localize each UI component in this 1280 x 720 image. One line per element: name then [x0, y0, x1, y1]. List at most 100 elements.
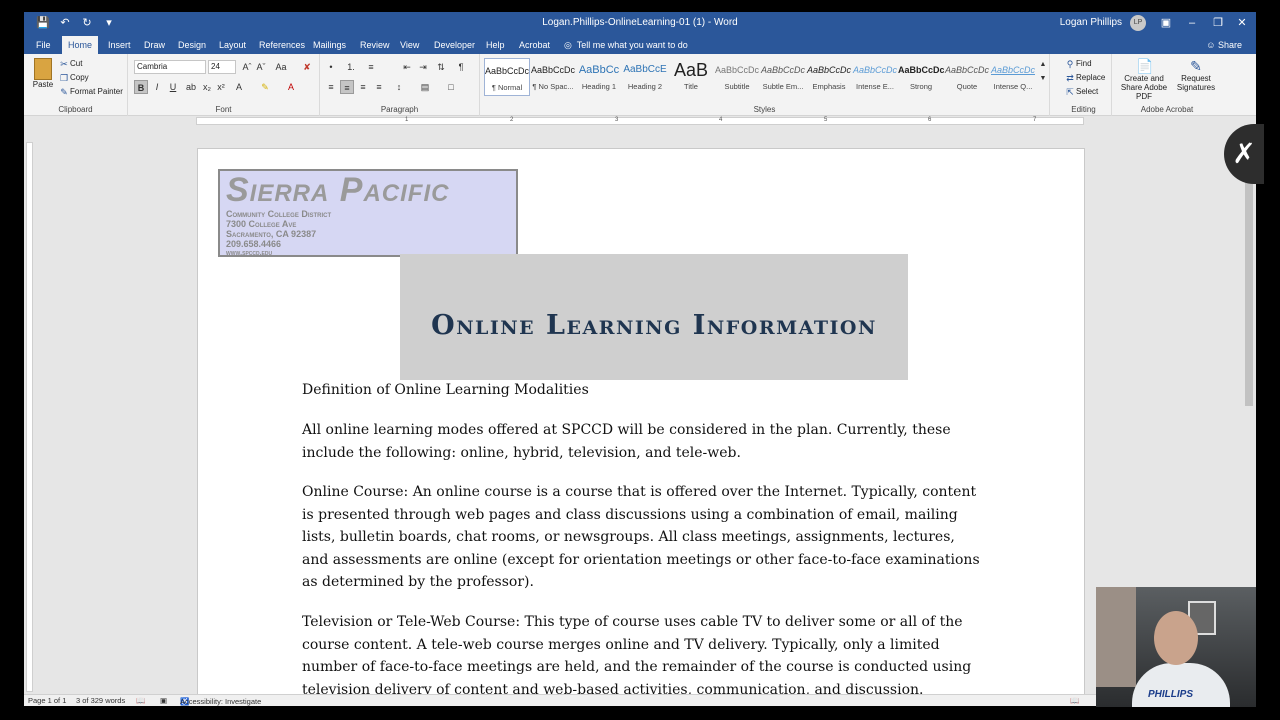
format-painter-button[interactable]: ✎ Format Painter	[58, 86, 123, 98]
paragraph-television-course: Television or Tele-Web Course: This type…	[302, 614, 972, 698]
vertical-ruler[interactable]	[26, 142, 33, 692]
superscript-icon[interactable]: x²	[214, 80, 228, 94]
tab-insert[interactable]: Insert	[102, 36, 137, 54]
paste-button[interactable]: Paste	[30, 58, 56, 96]
increase-indent-icon[interactable]: ⇥	[416, 60, 430, 74]
restore-icon[interactable]: ❐	[1208, 14, 1228, 32]
cut-button[interactable]: ✂ Cut	[58, 58, 82, 70]
align-left-icon[interactable]: ≡	[324, 80, 338, 94]
tab-file[interactable]: File	[30, 36, 57, 54]
style-strong[interactable]: AaBbCcDc Strong	[898, 58, 944, 96]
styles-scroll-down-icon[interactable]: ▼	[1036, 72, 1050, 86]
shading-icon[interactable]: ▤	[418, 80, 432, 94]
tab-help[interactable]: Help	[480, 36, 511, 54]
tab-view[interactable]: View	[394, 36, 425, 54]
style-subtitle[interactable]: AaBbCcDc Subtitle	[714, 58, 760, 96]
italic-button[interactable]: I	[150, 80, 164, 94]
tell-me-search[interactable]: ◎ Tell me what you want to do	[564, 36, 688, 54]
style-heading-1[interactable]: AaBbCc Heading 1	[576, 58, 622, 96]
style-intense-quote[interactable]: AaBbCcDc Intense Q...	[990, 58, 1036, 96]
page-title: Online Learning Information	[431, 310, 877, 341]
tab-acrobat[interactable]: Acrobat	[513, 36, 556, 54]
strikethrough-icon[interactable]: ab	[184, 80, 198, 94]
find-button[interactable]: ⚲ Find	[1064, 58, 1092, 70]
tab-developer[interactable]: Developer	[428, 36, 481, 54]
style-normal[interactable]: AaBbCcDc ¶ Normal	[484, 58, 530, 96]
page-count[interactable]: Page 1 of 1	[28, 696, 66, 705]
brush-icon: ✎	[60, 87, 68, 97]
close-icon[interactable]: ✕	[1232, 14, 1252, 32]
ribbon-tabs: File Home Insert Draw Design Layout Refe…	[24, 34, 1256, 54]
justify-icon[interactable]: ≡	[372, 80, 386, 94]
pdf-icon: 📄	[1136, 58, 1154, 74]
editing-label: Editing	[1071, 105, 1096, 114]
macro-icon[interactable]: ▣	[160, 696, 167, 705]
bold-button[interactable]: B	[134, 80, 148, 94]
underline-button[interactable]: U	[166, 80, 180, 94]
style-subtle-emphasis[interactable]: AaBbCcDc Subtle Em...	[760, 58, 806, 96]
share-button[interactable]: ☺ Share	[1206, 36, 1242, 54]
align-right-icon[interactable]: ≡	[356, 80, 370, 94]
style-heading-2[interactable]: AaBbCcE Heading 2	[622, 58, 668, 96]
request-signatures-button[interactable]: ✎ Request Signatures	[1174, 58, 1218, 92]
word-count[interactable]: 3 of 329 words	[76, 696, 125, 705]
word-window: 💾 ↶ ↻ ▾ Logan.Phillips-OnlineLearning-01…	[24, 12, 1256, 706]
bullets-icon[interactable]: •	[324, 60, 338, 74]
grow-font-icon[interactable]: Aˆ	[240, 60, 254, 74]
line-spacing-icon[interactable]: ↕	[392, 80, 406, 94]
sort-icon[interactable]: ⇅	[434, 60, 448, 74]
clear-formatting-icon[interactable]: ✘	[300, 60, 314, 74]
multilevel-list-icon[interactable]: ≡	[364, 60, 378, 74]
style-quote[interactable]: AaBbCcDc Quote	[944, 58, 990, 96]
font-name-combo[interactable]: Cambria	[134, 60, 206, 74]
numbering-icon[interactable]: 1.	[344, 60, 358, 74]
style-no-spacing[interactable]: AaBbCcDc ¶ No Spac...	[530, 58, 576, 96]
style-intense-emphasis[interactable]: AaBbCcDc Intense E...	[852, 58, 898, 96]
align-center-icon[interactable]: ≡	[340, 80, 354, 94]
acrobat-group: 📄 Create and Share Adobe PDF ✎ Request S…	[1112, 54, 1222, 116]
tab-review[interactable]: Review	[354, 36, 396, 54]
tab-home[interactable]: Home	[62, 36, 99, 54]
shirt-logo: PHILLIPS	[1148, 689, 1194, 700]
paragraph-label: Paragraph	[380, 105, 419, 114]
font-color-icon[interactable]: A	[284, 80, 298, 94]
tab-design[interactable]: Design	[172, 36, 212, 54]
style-title[interactable]: AaB Title	[668, 58, 714, 96]
proofing-icon[interactable]: 📖	[136, 696, 145, 705]
title-banner[interactable]: Online Learning Information	[400, 254, 908, 380]
subscript-icon[interactable]: x₂	[200, 80, 214, 94]
decrease-indent-icon[interactable]: ⇤	[400, 60, 414, 74]
borders-icon[interactable]: □	[444, 80, 458, 94]
user-name[interactable]: Logan Phillips	[1060, 17, 1122, 28]
copy-button[interactable]: ❐ Copy	[58, 72, 89, 84]
replace-button[interactable]: ⇄ Replace	[1064, 72, 1105, 84]
show-formatting-icon[interactable]: ¶	[454, 60, 468, 74]
shrink-font-icon[interactable]: Aˇ	[254, 60, 268, 74]
magnifier-icon: ⚲	[1066, 59, 1074, 69]
tab-layout[interactable]: Layout	[213, 36, 252, 54]
paragraph-group: • 1. ≡ ⇤ ⇥ ⇅ ¶ ≡ ≡ ≡ ≡ ↕ ▤ □ Paragraph	[320, 54, 480, 116]
user-avatar[interactable]: LP	[1130, 15, 1146, 31]
document-page[interactable]: Sierra Pacific Community College Distric…	[197, 148, 1085, 706]
style-emphasis[interactable]: AaBbCcDc Emphasis	[806, 58, 852, 96]
ribbon-display-options-icon[interactable]: ▣	[1156, 14, 1176, 32]
font-size-combo[interactable]: 24	[208, 60, 236, 74]
font-group: Cambria 24 Aˆ Aˇ Aa ✘ B I U ab x₂ x² A ✎…	[128, 54, 320, 116]
paragraph-online-course: Online Course: An online course is a cou…	[302, 484, 980, 590]
copy-icon: ❐	[59, 73, 69, 83]
horizontal-ruler[interactable]: 1 2 3 4 5 6 7	[196, 117, 1084, 125]
styles-scroll-up-icon[interactable]: ▲	[1036, 58, 1050, 72]
create-pdf-button[interactable]: 📄 Create and Share Adobe PDF	[1116, 58, 1172, 101]
change-case-icon[interactable]: Aa	[274, 60, 288, 74]
text-effects-icon[interactable]: A	[232, 80, 246, 94]
tab-references[interactable]: References	[253, 36, 311, 54]
cursor-icon: ⇱	[1066, 87, 1074, 97]
presenter-face	[1154, 611, 1198, 665]
sierra-pacific-logo[interactable]: Sierra Pacific Community College Distric…	[218, 169, 518, 257]
select-button[interactable]: ⇱ Select	[1064, 86, 1098, 98]
highlight-icon[interactable]: ✎	[258, 80, 272, 94]
read-mode-icon[interactable]: 📖	[1070, 696, 1079, 705]
tab-draw[interactable]: Draw	[138, 36, 171, 54]
tab-mailings[interactable]: Mailings	[307, 36, 352, 54]
minimize-icon[interactable]: –	[1182, 14, 1202, 32]
